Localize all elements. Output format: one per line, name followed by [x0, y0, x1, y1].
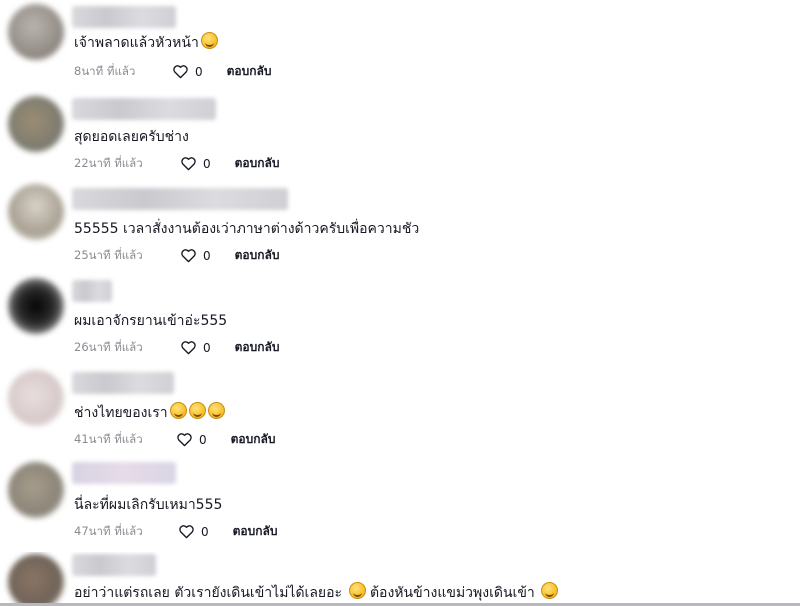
comment-item: สุดยอดเลยครับช่าง 22นาที ที่แล้ว 0 ตอบกล… — [0, 92, 800, 184]
comment-time: 41นาที ที่แล้ว — [74, 431, 143, 446]
like-button[interactable]: 0 — [180, 248, 211, 263]
comment-meta: 22นาที ที่แล้ว 0 ตอบกลับ — [74, 154, 280, 173]
like-count: 0 — [201, 524, 209, 539]
laughing-emoji-icon — [169, 402, 187, 419]
heart-outline-icon — [181, 157, 196, 171]
comment-meta: 8นาที ที่แล้ว 0 ตอบกลับ — [74, 62, 272, 81]
like-button[interactable]: 0 — [180, 156, 211, 171]
reply-button[interactable]: ตอบกลับ — [235, 246, 280, 265]
comment-meta: 41นาที ที่แล้ว 0 ตอบกลับ — [74, 430, 276, 449]
reply-button[interactable]: ตอบกลับ — [227, 62, 272, 81]
comment-item: อย่าว่าแต่รถเลย ตัวเรายังเดินเข้าไม่ได้เ… — [0, 552, 800, 603]
laughing-emoji-icon — [188, 402, 206, 419]
comment-time: 22นาที ที่แล้ว — [74, 155, 143, 170]
comment-text: สุดยอดเลยครับช่าง — [74, 129, 189, 145]
like-button[interactable]: 0 — [180, 340, 211, 355]
avatar[interactable] — [8, 554, 64, 603]
comment-meta: 25นาที ที่แล้ว 0 ตอบกลับ — [74, 246, 280, 265]
comment-item: 55555 เวลาสั่งงานต้องเว่าภาษาต่างด้าวครั… — [0, 184, 800, 276]
like-button[interactable]: 0 — [178, 524, 209, 539]
laughing-emoji-icon — [200, 32, 218, 49]
avatar[interactable] — [8, 370, 64, 426]
comment-item: ช่างไทยของเรา 41นาที ที่แล้ว 0 ตอบกลับ — [0, 368, 800, 460]
reply-button[interactable]: ตอบกลับ — [233, 522, 278, 541]
reply-button[interactable]: ตอบกลับ — [231, 430, 276, 449]
avatar[interactable] — [8, 96, 64, 152]
like-button[interactable]: 0 — [176, 432, 207, 447]
like-count: 0 — [203, 248, 211, 263]
username-blurred[interactable] — [72, 462, 176, 484]
username-blurred[interactable] — [72, 188, 288, 210]
comment-item: นี่ละที่ผมเลิกรับเหมา555 47นาที ที่แล้ว … — [0, 460, 800, 552]
heart-outline-icon — [181, 249, 196, 263]
heart-outline-icon — [177, 433, 192, 447]
comment-time: 8นาที ที่แล้ว — [74, 63, 136, 78]
like-button[interactable]: 0 — [172, 64, 203, 79]
comment-item: เจ้าพลาดแล้วหัวหน้า 8นาที ที่แล้ว 0 ตอบก… — [0, 0, 800, 92]
username-blurred[interactable] — [72, 372, 174, 394]
comment-meta: 26นาที ที่แล้ว 0 ตอบกลับ — [74, 338, 280, 357]
comment-time: 26นาที ที่แล้ว — [74, 339, 143, 354]
comment-text: นี่ละที่ผมเลิกรับเหมา555 — [74, 497, 223, 513]
like-count: 0 — [203, 340, 211, 355]
laughing-emoji-icon — [207, 402, 225, 419]
heart-outline-icon — [179, 525, 194, 539]
reply-button[interactable]: ตอบกลับ — [235, 154, 280, 173]
comment-time: 47นาที ที่แล้ว — [74, 523, 143, 538]
like-count: 0 — [203, 156, 211, 171]
comment-text: ผมเอาจักรยานเข้าอ่ะ555 — [74, 313, 228, 329]
comment-list: เจ้าพลาดแล้วหัวหน้า 8นาที ที่แล้ว 0 ตอบก… — [0, 0, 800, 606]
username-blurred[interactable] — [72, 554, 156, 576]
comment-meta: 47นาที ที่แล้ว 0 ตอบกลับ — [74, 522, 278, 541]
laughing-emoji-icon — [541, 582, 559, 599]
avatar[interactable] — [8, 4, 64, 60]
like-count: 0 — [195, 64, 203, 79]
avatar[interactable] — [8, 278, 64, 334]
comment-time: 25นาที ที่แล้ว — [74, 247, 143, 262]
heart-outline-icon — [181, 341, 196, 355]
username-blurred[interactable] — [72, 280, 112, 302]
laughing-emoji-icon — [348, 582, 366, 599]
avatar[interactable] — [8, 462, 64, 518]
comment-text: อย่าว่าแต่รถเลย ตัวเรายังเดินเข้าไม่ได้เ… — [74, 582, 559, 603]
heart-outline-icon — [173, 65, 188, 79]
comment-item: ผมเอาจักรยานเข้าอ่ะ555 26นาที ที่แล้ว 0 … — [0, 276, 800, 368]
like-count: 0 — [199, 432, 207, 447]
comment-text: เจ้าพลาดแล้วหัวหน้า — [74, 32, 218, 54]
comment-text: ช่างไทยของเรา — [74, 402, 225, 424]
username-blurred[interactable] — [72, 6, 176, 28]
avatar[interactable] — [8, 184, 64, 240]
username-blurred[interactable] — [72, 98, 216, 120]
comment-text: 55555 เวลาสั่งงานต้องเว่าภาษาต่างด้าวครั… — [74, 221, 420, 237]
reply-button[interactable]: ตอบกลับ — [235, 338, 280, 357]
